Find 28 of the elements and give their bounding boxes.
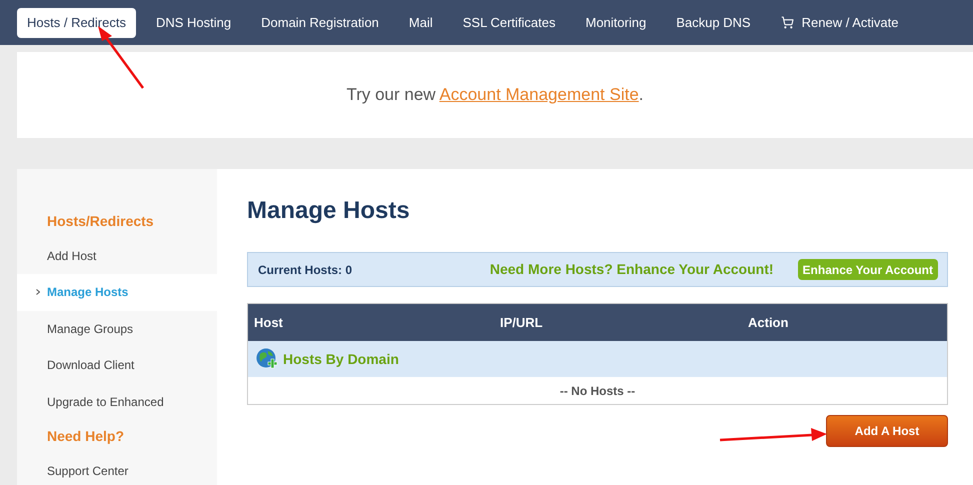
globe-add-icon [256,348,278,370]
sidebar-item[interactable]: Upgrade to Enhanced [17,383,217,420]
sidebar-item[interactable]: Add Host [17,238,217,274]
banner-text: Try our new Account Management Site. [346,84,644,106]
nav-tab[interactable]: Backup DNS [666,8,761,38]
column-header: Action [747,314,790,332]
host-count: Current Hosts: 0 [258,262,352,278]
sidebar-item[interactable]: Download Client [17,347,217,384]
empty-message: -- No Hosts -- [560,382,636,400]
nav-tab[interactable]: Hosts / Redirects [17,8,136,38]
page-title: Manage Hosts [247,197,411,225]
nav-tab[interactable]: DNS Hosting [146,8,242,38]
add-host-button[interactable]: Add A Host [826,415,948,447]
column-header: Host [253,314,284,332]
promo-text: Need More Hosts? Enhance Your Account! [490,260,774,279]
sidebar-item[interactable]: Support Center [17,452,217,485]
chevron-icon [36,289,40,296]
nav-tab[interactable]: Monitoring [575,8,656,38]
column-header: IP/URL [499,314,544,332]
sidebar-heading: Need Help? [46,426,126,446]
nav-tab[interactable]: Renew / Activate [770,8,908,38]
nav-tab[interactable]: Domain Registration [251,8,389,38]
group-label: Hosts By Domain [283,350,399,369]
sidebar-item[interactable]: Manage Groups [17,310,217,347]
nav-tab[interactable]: Mail [398,8,443,38]
nav-tab[interactable]: SSL Certificates [452,8,566,38]
sidebar-heading: Hosts/Redirects [46,212,155,231]
cart-icon [780,16,794,29]
